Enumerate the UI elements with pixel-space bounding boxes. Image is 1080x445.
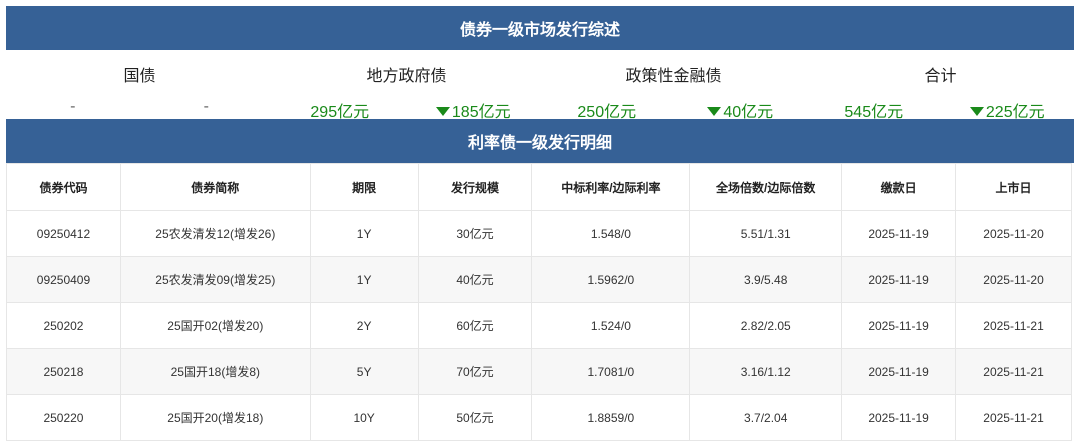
table-cell: 2Y xyxy=(309,302,419,349)
column-header: 债券代码 xyxy=(6,163,121,211)
table-cell: 250220 xyxy=(6,394,121,441)
column-header: 债券简称 xyxy=(119,163,311,211)
summary-title-bar: 债券一级市场发行综述 xyxy=(6,6,1074,50)
column-header: 上市日 xyxy=(955,163,1072,211)
table-cell: 40亿元 xyxy=(417,256,533,303)
table-cell: 2025-11-19 xyxy=(841,302,957,349)
table-cell: 2025-11-19 xyxy=(841,394,957,441)
table-row: 09250412 25农发清发12(增发26) 1Y 30亿元 1.548/0 5.51/… xyxy=(6,210,1072,257)
table-cell: 30亿元 xyxy=(417,210,533,257)
table-cell: 09250412 xyxy=(6,210,121,257)
column-header: 发行规模 xyxy=(417,163,533,211)
table-cell: 2025-11-19 xyxy=(841,210,957,257)
table-cell: 250218 xyxy=(6,348,121,395)
table-cell: 1.524/0 xyxy=(531,302,691,349)
category-label: 合计 xyxy=(924,68,957,85)
table-cell: 3.16/1.12 xyxy=(689,348,843,395)
table-cell: 2025-11-20 xyxy=(955,210,1072,257)
table-cell: 25国开20(增发18) xyxy=(119,394,311,441)
table-cell: 250202 xyxy=(6,302,121,349)
table-cell: 2025-11-19 xyxy=(841,348,957,395)
category-label: 国债 xyxy=(123,68,156,85)
column-header: 中标利率/边际利率 xyxy=(531,163,691,211)
table-cell: 3.9/5.48 xyxy=(689,256,843,303)
table-cell: 1.5962/0 xyxy=(531,256,691,303)
table-cell: 5.51/1.31 xyxy=(689,210,843,257)
table-cell: 09250409 xyxy=(6,256,121,303)
summary-title: 债券一级市场发行综述 xyxy=(459,22,620,39)
table-cell: 5Y xyxy=(309,348,419,395)
table-cell: 2025-11-20 xyxy=(955,256,1072,303)
table-cell: 25国开18(增发8) xyxy=(119,348,311,395)
table-row: 250220 25国开20(增发18) 10Y 50亿元 1.8859/0 3.7/2.0… xyxy=(6,394,1072,441)
column-header: 全场倍数/边际倍数 xyxy=(689,163,843,211)
table-cell: 2025-11-19 xyxy=(841,256,957,303)
detail-title-bar: 利率债一级发行明细 xyxy=(6,119,1074,163)
table-cell: 25国开02(增发20) xyxy=(119,302,311,349)
table-cell: 10Y xyxy=(309,394,419,441)
triangle-down-icon xyxy=(707,107,722,116)
table-row: 09250409 25农发清发09(增发25) 1Y 40亿元 1.5962/0 3.9/… xyxy=(6,256,1072,303)
table-cell: 50亿元 xyxy=(417,394,533,441)
table-row: 250218 25国开18(增发8) 5Y 70亿元 1.7081/0 3.16/1.12… xyxy=(6,348,1072,395)
table-cell: 3.7/2.04 xyxy=(689,394,843,441)
table-cell: 2025-11-21 xyxy=(955,302,1072,349)
triangle-down-icon xyxy=(435,107,450,116)
table-cell: 1Y xyxy=(309,256,419,303)
table-cell: 1.7081/0 xyxy=(531,348,691,395)
table-cell: 2.82/2.05 xyxy=(689,302,843,349)
table-cell: 70亿元 xyxy=(417,348,533,395)
category-label: 地方政府债 xyxy=(366,68,447,85)
table-cell: 1.8859/0 xyxy=(531,394,691,441)
column-header: 期限 xyxy=(309,163,419,211)
summary-category-labels: 国债 地方政府债 政策性金融债 合计 xyxy=(6,62,1074,86)
table-cell: 1Y xyxy=(309,210,419,257)
triangle-down-icon xyxy=(969,107,984,116)
detail-title: 利率债一级发行明细 xyxy=(467,135,612,152)
column-header: 缴款日 xyxy=(841,163,957,211)
table-cell: 25农发清发09(增发25) xyxy=(119,256,311,303)
table-cell: 2025-11-21 xyxy=(955,348,1072,395)
table-header-row: 债券代码 债券简称 期限 发行规模 中标利率/边际利率 全场倍数/边际倍数 缴款日 上市日 xyxy=(6,163,1072,211)
category-label: 政策性金融债 xyxy=(625,68,722,85)
table-cell: 2025-11-21 xyxy=(955,394,1072,441)
table-row: 250202 25国开02(增发20) 2Y 60亿元 1.524/0 2.82/2.05… xyxy=(6,302,1072,349)
summary-change-value: - xyxy=(203,98,209,115)
table-cell: 60亿元 xyxy=(417,302,533,349)
table-cell: 1.548/0 xyxy=(531,210,691,257)
issuance-detail-table: 债券代码 债券简称 期限 发行规模 中标利率/边际利率 全场倍数/边际倍数 缴款日 上市日 0… xyxy=(6,163,1072,441)
table-cell: 25农发清发12(增发26) xyxy=(119,210,311,257)
